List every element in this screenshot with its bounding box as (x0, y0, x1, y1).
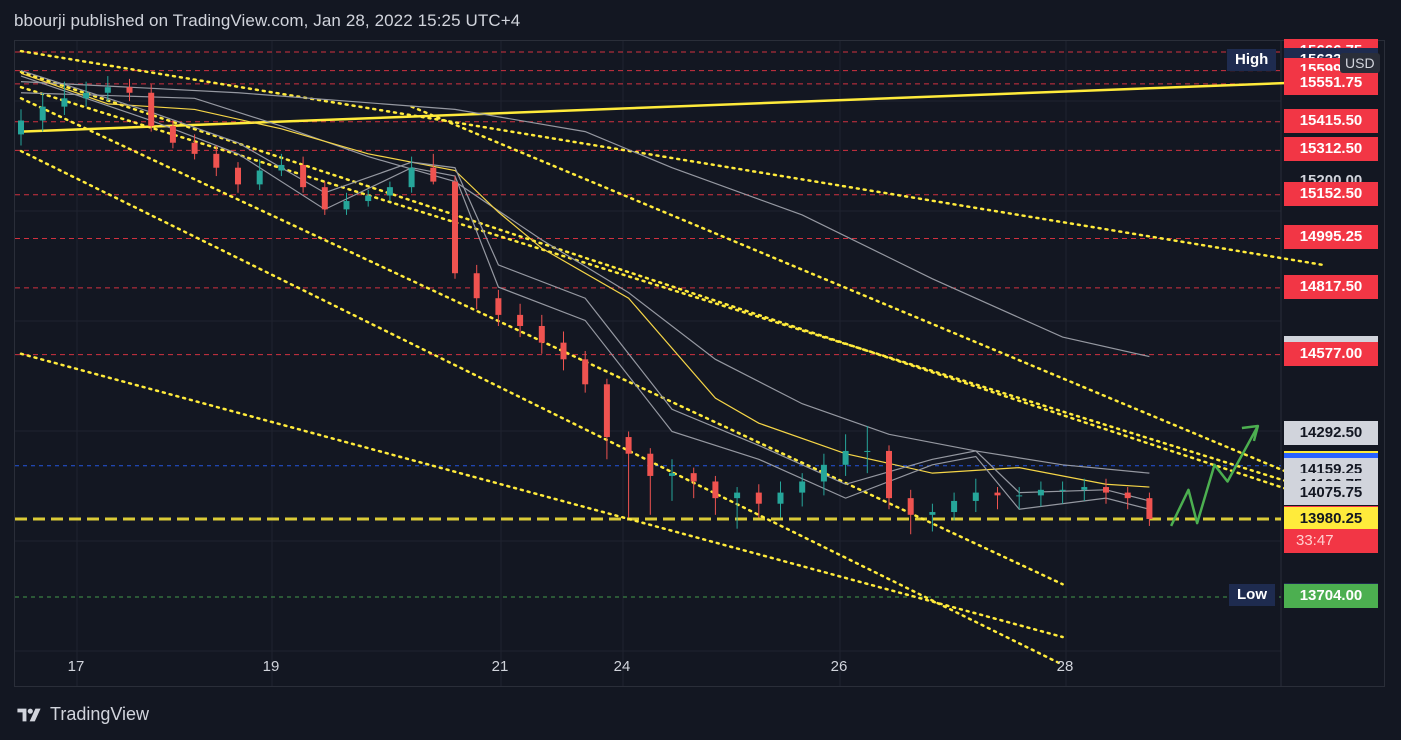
candle-body (213, 153, 220, 168)
price-axis-tag: 15152.50 (1284, 181, 1378, 206)
low-tag: Low (1229, 584, 1275, 607)
candle-body (386, 187, 393, 196)
candle-body (734, 492, 741, 499)
candle-body (365, 195, 372, 202)
candle-body (61, 98, 68, 107)
time-axis-tick: 28 (1056, 658, 1074, 675)
candle-body (126, 87, 133, 93)
price-chart[interactable] (15, 41, 1385, 687)
price-axis-tag: 14817.50 (1284, 274, 1378, 299)
candle-body (582, 359, 589, 385)
candle-body (972, 492, 979, 501)
candle-body (994, 492, 1001, 496)
candle-body (83, 92, 90, 99)
candle-body (755, 492, 762, 504)
candle-body (799, 481, 806, 493)
candle-body (647, 453, 654, 476)
time-axis-tick: 21 (491, 658, 509, 675)
candle-body (408, 167, 415, 188)
candle-body (1037, 489, 1044, 496)
price-axis-tag: 14292.50 (1284, 420, 1378, 445)
time-axis-tick: 19 (262, 658, 280, 675)
candle-body (1016, 495, 1023, 497)
candle-body (278, 164, 285, 171)
candle-body (842, 450, 849, 465)
candle-body (820, 464, 827, 482)
chart-header-title: bbourji published on TradingView.com, Ja… (14, 11, 521, 30)
candle-body (256, 170, 263, 185)
candle-body (603, 384, 610, 438)
time-axis-tick: 26 (830, 658, 848, 675)
candle-body (343, 201, 350, 210)
trend-line (20, 81, 1150, 358)
candle-body (951, 500, 958, 513)
price-axis-tag: 14075.75 (1284, 480, 1378, 505)
countdown-timer: 33:47 (1284, 529, 1378, 554)
candle-body (929, 512, 936, 515)
trend-line-dotted (19, 352, 1064, 639)
candle-body (1103, 487, 1109, 493)
price-axis-tag: 14577.00 (1284, 341, 1378, 366)
trend-line-dotted (19, 149, 1064, 667)
candle-body (690, 473, 697, 482)
candle-body (517, 314, 524, 326)
trend-line-dotted (19, 70, 1325, 503)
price-axis-tag: 13704.00 (1284, 584, 1378, 608)
candle-body (39, 106, 46, 121)
high-tag: High (1227, 49, 1277, 72)
candle-body (169, 126, 176, 143)
trend-line (20, 92, 1150, 474)
trend-line (20, 75, 1150, 510)
time-axis-tick: 24 (613, 658, 631, 675)
candle-body (321, 187, 328, 210)
price-axis-tag: 15551.75 (1284, 70, 1378, 95)
candle-body (235, 167, 241, 185)
candle-body (430, 167, 437, 182)
candle-body (560, 342, 567, 360)
candle-body (495, 298, 502, 315)
currency-badge[interactable]: USD (1340, 53, 1380, 73)
candle-body (1124, 492, 1131, 499)
candle-body (1146, 498, 1153, 519)
candle-body (907, 498, 914, 515)
footer-brand-text: TradingView (50, 704, 150, 724)
candle-body (864, 450, 871, 452)
time-axis-tick: 17 (67, 658, 85, 675)
trend-line (20, 80, 1324, 133)
candle-body (538, 325, 545, 343)
footer-brand[interactable]: TradingView (14, 704, 149, 725)
candle-body (300, 164, 307, 188)
candle-body (148, 92, 155, 127)
candle-body (777, 492, 784, 504)
candle-body (625, 437, 632, 454)
candle-body (452, 181, 458, 274)
candle-body (712, 481, 719, 499)
candle-body (886, 450, 892, 499)
tradingview-logo-icon (17, 708, 41, 721)
candle-body (104, 87, 111, 93)
price-axis-tag: 15312.50 (1284, 137, 1378, 162)
price-axis-tag: 13980.25 (1284, 507, 1378, 532)
candle-body (473, 273, 480, 299)
candle-body (18, 120, 24, 135)
chart-frame[interactable] (14, 40, 1385, 687)
candle-body (191, 142, 198, 154)
price-axis-tag: 15415.50 (1284, 108, 1378, 133)
candle-body (1081, 487, 1088, 490)
price-axis-tag: 14995.25 (1284, 225, 1378, 250)
candle-body (1059, 489, 1066, 491)
candle-body (669, 473, 675, 476)
